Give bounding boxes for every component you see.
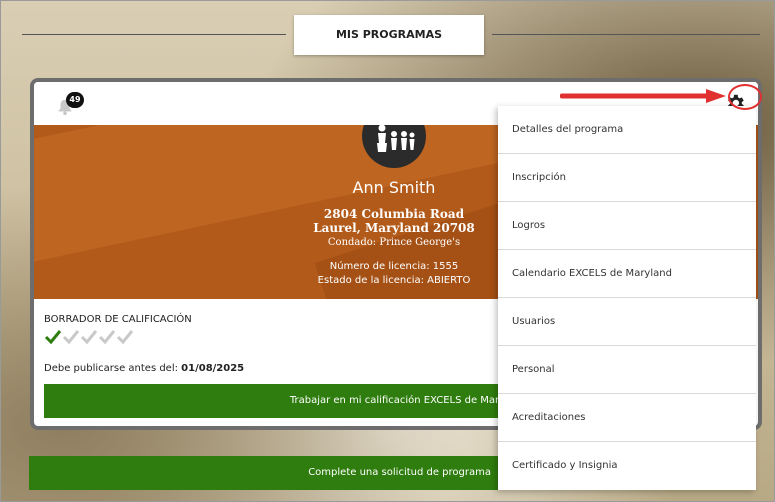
- menu-item-users[interactable]: Usuarios: [498, 298, 756, 346]
- annotation-arrow-icon: [560, 89, 726, 103]
- due-label: Debe publicarse antes del:: [44, 363, 178, 374]
- check-icon: [44, 330, 62, 345]
- menu-item-achievements[interactable]: Logros: [498, 202, 756, 250]
- license-status: Estado de la licencia: ABIERTO: [317, 275, 471, 286]
- annotation-circle: [728, 84, 762, 110]
- menu-item-excels-calendar[interactable]: Calendario EXCELS de Maryland: [498, 250, 756, 298]
- check-icon: [116, 330, 134, 345]
- license-number: Número de licencia: 1555: [329, 261, 459, 272]
- complete-application-button[interactable]: Complete una solicitud de programa: [29, 456, 499, 490]
- license-info: Número de licencia: 1555 Estado de la li…: [274, 260, 514, 288]
- menu-item-enrollment[interactable]: Inscripción: [498, 154, 756, 202]
- due-date: Debe publicarse antes del: 01/08/2025: [44, 363, 244, 374]
- check-icon: [98, 330, 116, 345]
- divider-left: [22, 34, 286, 35]
- program-address: 2804 Columbia Road Laurel, Maryland 2070…: [274, 207, 514, 235]
- due-date-value: 01/08/2025: [181, 363, 245, 374]
- address-line1: 2804 Columbia Road: [323, 207, 465, 221]
- avatar: [362, 125, 426, 168]
- menu-item-staff[interactable]: Personal: [498, 346, 756, 394]
- work-on-rating-button[interactable]: Trabajar en mi calificación EXCELS de Ma…: [44, 384, 514, 418]
- program-name: Ann Smith: [352, 178, 436, 197]
- check-icon: [62, 330, 80, 345]
- divider-right: [492, 34, 760, 35]
- notification-badge: 49: [66, 92, 84, 108]
- menu-item-accreditations[interactable]: Acreditaciones: [498, 394, 756, 442]
- family-icon: [377, 125, 415, 152]
- rating-progress-checks: [44, 330, 134, 345]
- program-county: Condado: Prince George's: [327, 237, 461, 248]
- settings-menu: Detalles del programa Inscripción Logros…: [498, 106, 756, 490]
- menu-item-certificate-badge[interactable]: Certificado y Insignia: [498, 442, 756, 490]
- work-on-rating-label: Trabajar en mi calificación EXCELS de Ma…: [289, 395, 514, 406]
- menu-item-program-details[interactable]: Detalles del programa: [498, 106, 756, 154]
- rating-label: BORRADOR DE CALIFICACIÓN: [44, 314, 192, 325]
- address-line2: Laurel, Maryland 20708: [313, 221, 475, 235]
- page-title: MIS PROGRAMAS: [294, 15, 484, 55]
- check-icon: [80, 330, 98, 345]
